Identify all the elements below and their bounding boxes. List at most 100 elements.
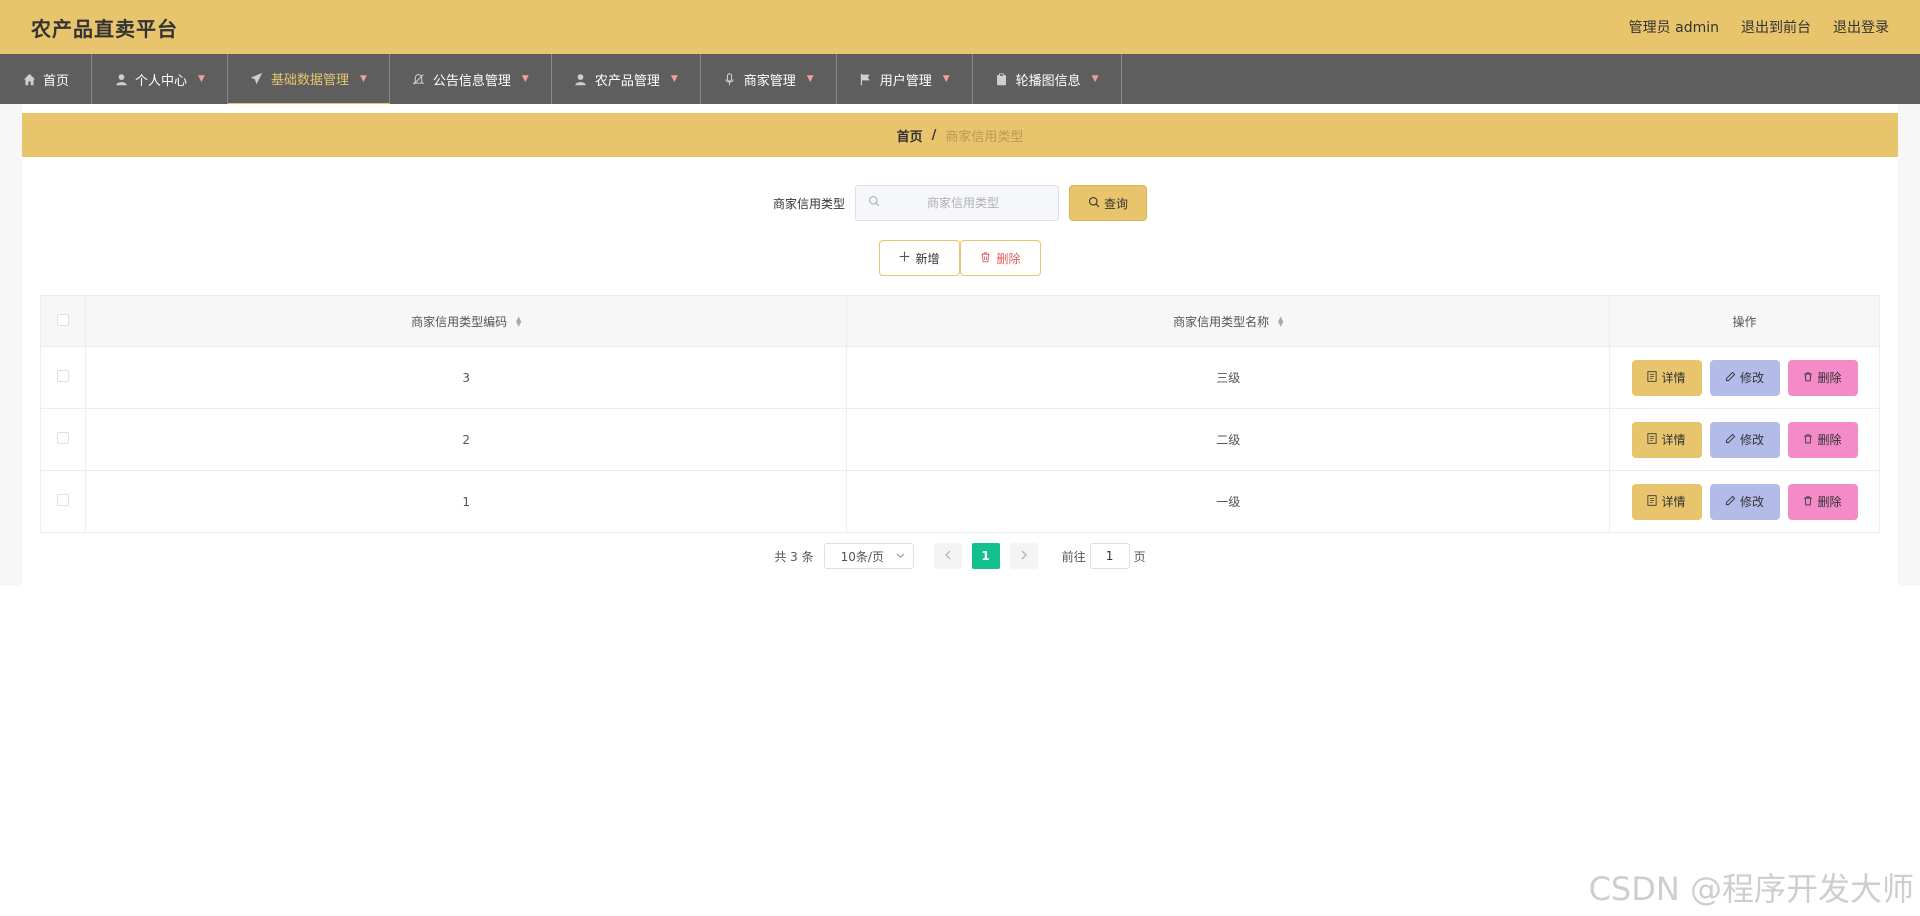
delete-button-label: 删除 bbox=[1817, 371, 1842, 385]
trash-icon bbox=[980, 251, 991, 266]
nav-item-home[interactable]: 首页 bbox=[0, 54, 93, 104]
table-header-row: 商家信用类型编码 ▲ ▼ 商家信用类型名称 ▲ ▼ 操作 bbox=[40, 295, 1880, 347]
edit-button[interactable]: 修改 bbox=[1709, 483, 1780, 520]
nav-item-carousel[interactable]: 轮播图信息 ▼ bbox=[973, 54, 1122, 104]
breadcrumb-separator: / bbox=[931, 127, 937, 143]
sort-icon[interactable]: ▲ ▼ bbox=[1278, 316, 1283, 328]
detail-button[interactable]: 详情 bbox=[1631, 359, 1702, 396]
edit-icon bbox=[1725, 495, 1736, 509]
chevron-down-icon: ▼ bbox=[359, 73, 367, 84]
sort-icon[interactable]: ▲ ▼ bbox=[516, 316, 521, 328]
main-nav: 首页 个人中心 ▼ 基础数据管理 ▼ 公告信息管理 ▼ 农产品管理 ▼ 商家管理… bbox=[0, 54, 1920, 104]
row-checkbox[interactable] bbox=[56, 370, 69, 382]
trash-icon bbox=[1803, 371, 1813, 385]
action-bar: 新增 删除 bbox=[0, 240, 1920, 276]
nav-item-label: 首页 bbox=[43, 73, 70, 89]
delete-button[interactable]: 删除 bbox=[1787, 359, 1858, 396]
chevron-down-icon: ▼ bbox=[806, 74, 814, 84]
flag-icon bbox=[859, 72, 873, 86]
delete-button-label: 删除 bbox=[1817, 495, 1842, 509]
chevron-right-icon bbox=[1020, 549, 1028, 563]
pagination-total: 共 3 条 bbox=[774, 549, 814, 564]
header-ops: 操作 bbox=[1609, 295, 1880, 347]
user-icon bbox=[114, 72, 128, 86]
goto-page-input[interactable]: 1 bbox=[1089, 543, 1130, 569]
chevron-left-icon bbox=[944, 549, 952, 563]
cell-code: 3 bbox=[84, 346, 848, 409]
edit-icon bbox=[1725, 433, 1736, 447]
to-front-link[interactable]: 退出到前台 bbox=[1741, 17, 1811, 37]
top-bar: 农产品直卖平台 管理员 admin 退出到前台 退出登录 bbox=[0, 0, 1920, 54]
chevron-down-icon: ▼ bbox=[1091, 74, 1099, 84]
nav-item-personal[interactable]: 个人中心 ▼ bbox=[92, 54, 228, 104]
top-links: 管理员 admin 退出到前台 退出登录 bbox=[1629, 17, 1889, 37]
cell-code: 1 bbox=[84, 470, 848, 533]
page-size-select[interactable]: 10条/页 bbox=[823, 543, 914, 569]
document-icon bbox=[1647, 494, 1658, 509]
cell-ops: 详情 修改 删除 bbox=[1609, 346, 1880, 409]
header-name-label: 商家信用类型名称 bbox=[1173, 314, 1270, 329]
delete-button[interactable]: 删除 bbox=[1787, 421, 1858, 458]
header-code[interactable]: 商家信用类型编码 ▲ ▼ bbox=[84, 295, 848, 347]
row-checkbox-cell bbox=[40, 346, 86, 409]
home-icon bbox=[22, 72, 36, 86]
chevron-down-icon bbox=[896, 549, 905, 563]
app-title: 农产品直卖平台 bbox=[31, 16, 178, 41]
search-icon bbox=[1088, 196, 1100, 211]
nav-item-basic-data[interactable]: 基础数据管理 ▼ bbox=[227, 54, 390, 104]
bell-off-icon bbox=[412, 72, 426, 86]
delete-button[interactable]: 删除 bbox=[1787, 483, 1858, 520]
search-bar: 商家信用类型 查询 bbox=[0, 185, 1920, 221]
header-name[interactable]: 商家信用类型名称 ▲ ▼ bbox=[846, 295, 1610, 347]
next-page-button[interactable] bbox=[1009, 543, 1038, 569]
header-checkbox-cell bbox=[40, 295, 86, 347]
cell-ops: 详情 修改 删除 bbox=[1609, 408, 1880, 471]
nav-item-label: 轮播图信息 bbox=[1015, 73, 1081, 89]
breadcrumb: 首页 / 商家信用类型 bbox=[22, 113, 1898, 157]
row-checkbox[interactable] bbox=[56, 432, 69, 444]
search-field[interactable] bbox=[855, 185, 1059, 221]
cell-name: 三级 bbox=[846, 346, 1610, 409]
page-gutter-right bbox=[1898, 104, 1920, 586]
detail-button[interactable]: 详情 bbox=[1631, 483, 1702, 520]
prev-page-button[interactable] bbox=[933, 543, 962, 569]
query-button-label: 查询 bbox=[1104, 196, 1129, 211]
detail-button[interactable]: 详情 bbox=[1631, 421, 1702, 458]
chevron-down-icon: ▼ bbox=[942, 74, 950, 84]
cell-code: 2 bbox=[84, 408, 848, 471]
header-code-label: 商家信用类型编码 bbox=[411, 314, 508, 329]
nav-item-notice[interactable]: 公告信息管理 ▼ bbox=[390, 54, 552, 104]
query-button[interactable]: 查询 bbox=[1069, 185, 1148, 221]
nav-item-label: 用户管理 bbox=[879, 73, 932, 89]
document-icon bbox=[1647, 370, 1658, 385]
chevron-down-icon: ▼ bbox=[670, 74, 678, 84]
header-ops-label: 操作 bbox=[1732, 314, 1757, 329]
breadcrumb-current: 商家信用类型 bbox=[945, 129, 1024, 145]
page-number-current[interactable]: 1 bbox=[971, 543, 1000, 569]
chevron-down-icon: ▼ bbox=[521, 74, 529, 84]
select-all-checkbox[interactable] bbox=[56, 313, 69, 326]
edit-button[interactable]: 修改 bbox=[1709, 421, 1780, 458]
admin-label: 管理员 admin bbox=[1628, 20, 1719, 36]
breadcrumb-home[interactable]: 首页 bbox=[897, 126, 923, 145]
add-button[interactable]: 新增 bbox=[879, 240, 960, 276]
user-icon bbox=[574, 72, 588, 86]
nav-item-label: 基础数据管理 bbox=[270, 73, 349, 88]
batch-delete-label: 删除 bbox=[996, 251, 1021, 266]
edit-icon bbox=[1725, 371, 1736, 385]
nav-item-merchants[interactable]: 商家管理 ▼ bbox=[701, 54, 837, 104]
detail-button-label: 详情 bbox=[1661, 433, 1686, 447]
nav-item-label: 公告信息管理 bbox=[432, 73, 511, 89]
logout-link[interactable]: 退出登录 bbox=[1833, 17, 1889, 37]
row-checkbox[interactable] bbox=[56, 494, 69, 506]
edit-button[interactable]: 修改 bbox=[1709, 359, 1780, 396]
batch-delete-button[interactable]: 删除 bbox=[960, 240, 1041, 276]
search-input[interactable] bbox=[888, 196, 1038, 210]
watermark: CSDN @程序开发大师 bbox=[1588, 870, 1914, 908]
nav-item-users[interactable]: 用户管理 ▼ bbox=[837, 54, 973, 104]
page-size-value: 10条/页 bbox=[840, 549, 884, 564]
page-gutter-left bbox=[0, 104, 22, 586]
search-label: 商家信用类型 bbox=[772, 196, 845, 211]
plus-icon bbox=[899, 251, 910, 265]
nav-item-products[interactable]: 农产品管理 ▼ bbox=[552, 54, 701, 104]
